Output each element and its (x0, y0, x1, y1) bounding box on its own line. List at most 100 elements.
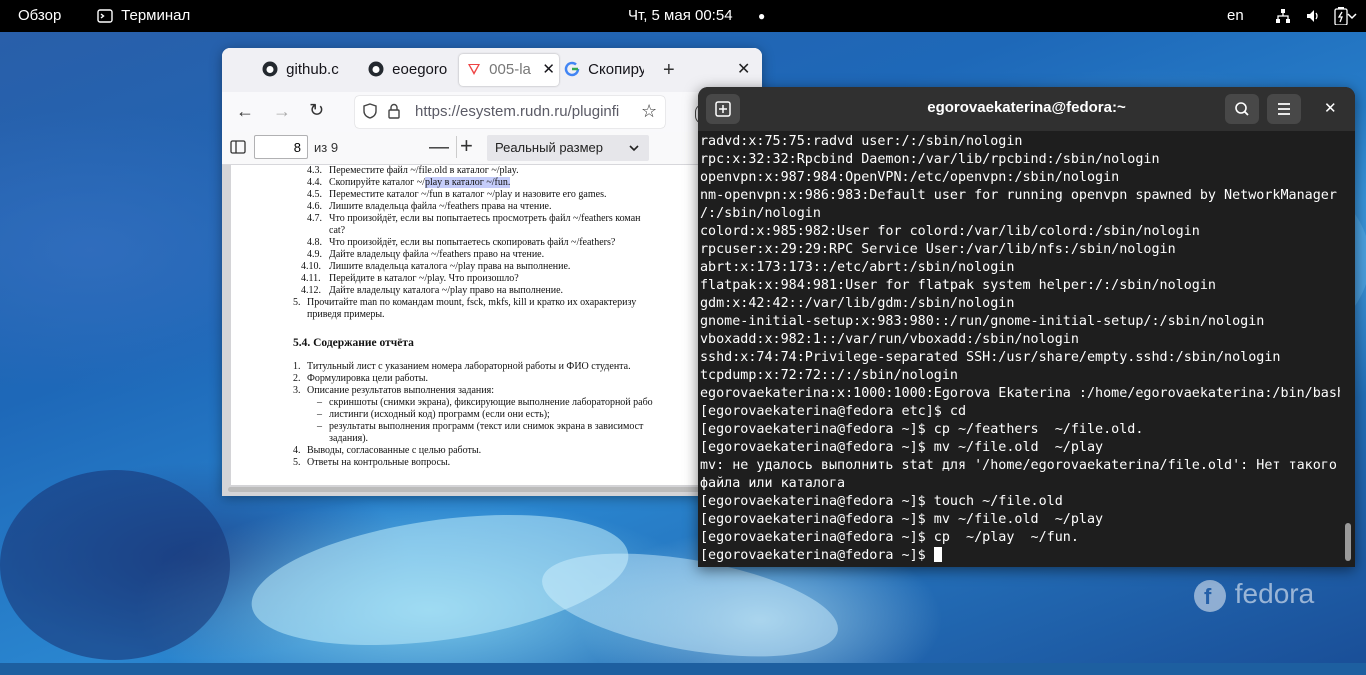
terminal-line: tcpdump:x:72:72::/:/sbin/nologin (700, 368, 958, 383)
tab-github-2[interactable]: eoegoro (368, 54, 450, 86)
github-icon (368, 61, 384, 77)
pdf-list-number: 4.11. (301, 273, 321, 284)
tab-close-icon[interactable]: ✕ (542, 54, 555, 86)
pdf-list-text: Ответы на контрольные вопросы. (307, 457, 451, 468)
pdf-list-text: Перейдите в каталог ~/play. Что произошл… (329, 273, 519, 284)
terminal-line: [egorovaekaterina@fedora ~]$ mv ~/file.o… (700, 512, 1104, 527)
pdf-list-number: 4.5. (307, 189, 322, 200)
pdf-list-number: – (317, 409, 322, 420)
top-bar: Обзор Терминал Чт, 5 мая 00:54 ● en (0, 0, 1366, 32)
pdf-list-number: 4.9. (307, 249, 322, 260)
pdf-list-number: 3. (293, 385, 301, 396)
url-bar[interactable]: https://esystem.rudn.ru/pluginfi (355, 96, 665, 128)
pdf-list-text: Лишите владельца каталога ~/play права н… (329, 261, 571, 272)
pdf-list-text: Переместите каталог ~/fun в каталог ~/pl… (329, 189, 607, 200)
app-menu[interactable]: Терминал (97, 0, 190, 32)
battery-icon[interactable] (1334, 0, 1348, 32)
pdf-page: 4.3. Переместите файл ~/file.old в катало… (231, 165, 711, 485)
pdf-list-text: листинги (исходный код) программ (если о… (329, 409, 550, 420)
back-icon[interactable]: ← (236, 101, 254, 122)
pdf-list-number: 5. (293, 297, 301, 308)
pdf-list-number: – (317, 421, 322, 432)
wallpaper-swirl (0, 470, 230, 660)
terminal-icon (97, 9, 113, 23)
toolbar-divider (456, 136, 457, 158)
clock[interactable]: Чт, 5 мая 00:54 (628, 0, 733, 32)
keyboard-layout[interactable]: en (1227, 0, 1244, 32)
terminal-cursor (933, 547, 942, 562)
close-icon[interactable]: ✕ (1324, 99, 1337, 117)
pdf-list-text: Дайте владельцу каталога ~/play право на… (329, 285, 564, 296)
pdf-list-text: Описание результатов выполнения задания: (307, 385, 494, 396)
window-close-icon[interactable]: ✕ (737, 54, 750, 86)
pdf-list-text: задания). (329, 433, 369, 444)
pdf-list-text: Формулировка цели работы. (307, 373, 428, 384)
terminal-line: файла или каталога (700, 476, 846, 491)
horizontal-scrollbar[interactable] (228, 487, 756, 492)
pdf-list-text: Прочитайте man по командам mount, fsck, … (307, 297, 637, 308)
reload-icon[interactable]: ↻ (309, 100, 324, 121)
terminal-line: [egorovaekaterina@fedora ~]$ mv ~/file.o… (700, 440, 1104, 455)
tab-label: github.c (286, 61, 339, 78)
network-icon[interactable] (1275, 0, 1291, 32)
system-menu-arrow-icon[interactable] (1347, 0, 1357, 32)
pdf-list-number: 4.10. (301, 261, 321, 272)
zoom-select-value: Реальный размер (495, 140, 603, 155)
tab-google[interactable]: Скопиру (564, 54, 644, 86)
sidebar-toggle-icon[interactable] (230, 139, 246, 160)
search-button[interactable] (1225, 94, 1259, 124)
new-tab-button[interactable]: + (663, 54, 675, 86)
chevron-down-icon (629, 145, 639, 152)
pdf-list-text: приведя примеры. (307, 309, 385, 320)
pdf-list-text: Переместите файл ~/file.old в каталог ~/… (329, 165, 519, 176)
pdf-list-number: 4.12. (301, 285, 321, 296)
pdf-list-text: Что произойдёт, если вы попытаетесь прос… (329, 213, 641, 224)
shield-icon[interactable] (362, 96, 378, 128)
pdf-list-number: 4.3. (307, 165, 322, 176)
pdf-list-number: 1. (293, 361, 301, 372)
tab-github-1[interactable]: github.c (262, 54, 362, 86)
pdf-list-number: 4.7. (307, 213, 322, 224)
fedora-icon: f (1194, 579, 1226, 612)
pdf-list-text: Титульный лист с указанием номера лабора… (307, 361, 631, 372)
zoom-select[interactable]: Реальный размер (487, 135, 649, 161)
terminal-line: nm-openvpn:x:986:983:Default user for ru… (700, 188, 1340, 203)
url-text: https://esystem.rudn.ru/pluginfi (415, 103, 620, 120)
terminal-line: egorovaekaterina:x:1000:1000:Egorova Eka… (700, 386, 1340, 401)
terminal-line: rpc:x:32:32:Rpcbind Daemon:/var/lib/rpcb… (700, 152, 1160, 167)
terminal-scrollbar[interactable] (1345, 523, 1351, 561)
notification-dot-icon: ● (758, 9, 766, 23)
google-icon (564, 61, 580, 77)
terminal-line: [egorovaekaterina@fedora ~]$ touch ~/fil… (700, 494, 1063, 509)
fedora-wordmark: fedora (1234, 578, 1315, 609)
tab-label: Скопиру (588, 61, 644, 78)
activities-button[interactable]: Обзор (18, 0, 61, 32)
page-number-input[interactable]: 8 (254, 135, 308, 159)
terminal-line: abrt:x:173:173::/etc/abrt:/sbin/nologin (700, 260, 1015, 275)
forward-icon[interactable]: → (273, 101, 291, 122)
bookmark-star-icon[interactable]: ☆ (641, 101, 657, 122)
tab-label: 005-la (489, 61, 531, 78)
zoom-out-icon[interactable]: — (429, 136, 449, 158)
pdf-list-text: Что произойдёт, если вы попытаетесь скоп… (329, 237, 616, 248)
terminal-line: gnome-initial-setup:x:983:980::/run/gnom… (700, 314, 1265, 329)
lock-icon[interactable] (387, 96, 401, 128)
pdf-list-text: Лишите владельца файла ~/feathers права … (329, 201, 552, 212)
terminal-line: colord:x:985:982:User for colord:/var/li… (700, 224, 1200, 239)
volume-icon[interactable] (1305, 0, 1321, 32)
zoom-in-icon[interactable]: + (460, 134, 473, 158)
terminal-output[interactable]: radvd:x:75:75:radvd user:/:/sbin/nologin… (700, 133, 1340, 567)
terminal-line: [egorovaekaterina@fedora etc]$ cd (700, 404, 967, 419)
tab-pdf-active[interactable]: 005-la ✕ (459, 54, 559, 86)
tab-label: eoegoro (392, 61, 448, 78)
menu-button[interactable] (1267, 94, 1301, 124)
terminal-line: flatpak:x:984:981:User for flatpak syste… (700, 278, 1216, 293)
pdf-list-text: Дайте владельцу файла ~/feathers право н… (329, 249, 545, 260)
fedora-logo: f fedora (1193, 578, 1314, 613)
tab-strip: github.c eoegoro 005-la ✕ Скопиру + ✕ (222, 48, 762, 92)
pdf-toolbar: 8 из 9 — + Реальный размер (222, 132, 762, 165)
pdf-viewer[interactable]: 4.3. Переместите файл ~/file.old в катало… (222, 165, 762, 496)
terminal-line: mv: не удалось выполнить stat для '/home… (700, 458, 1337, 473)
pdf-section-heading: 5.4. Содержание отчёта (293, 337, 414, 349)
pdf-list-number: 5. (293, 457, 301, 468)
